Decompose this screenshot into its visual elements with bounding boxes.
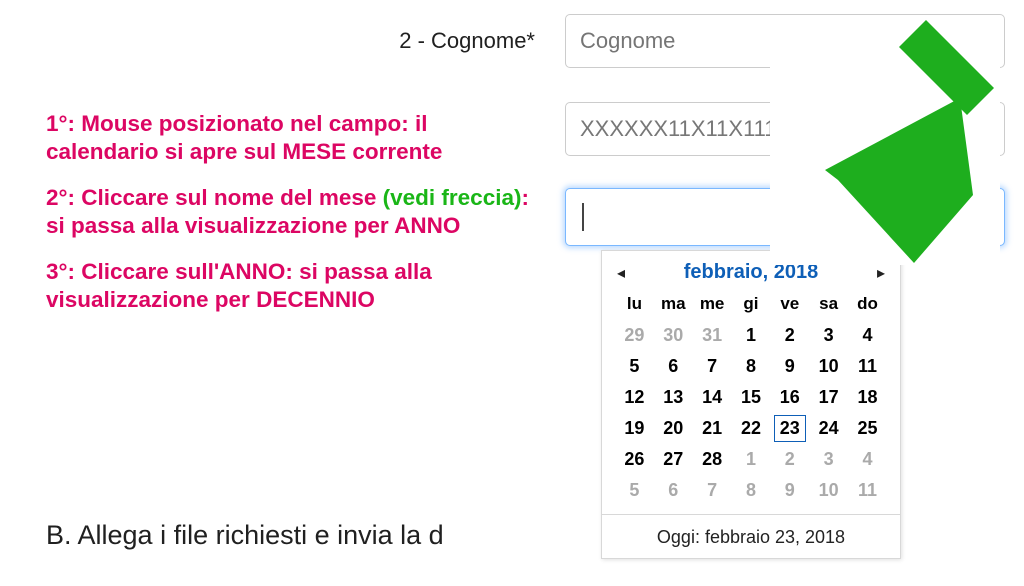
calendar-day[interactable]: 24 <box>809 413 848 444</box>
calendar-day[interactable]: 7 <box>693 475 732 506</box>
calendar-day[interactable]: 25 <box>848 413 887 444</box>
calendar-day[interactable]: 5 <box>615 475 654 506</box>
calendar-day[interactable]: 9 <box>770 475 809 506</box>
prev-month-icon[interactable]: ◂ <box>614 263 628 283</box>
calendar-day[interactable]: 21 <box>693 413 732 444</box>
calendar-day[interactable]: 1 <box>732 320 771 351</box>
cognome-input[interactable] <box>565 14 1005 68</box>
instructions-block: 1°: Mouse posizionato nel campo: il cale… <box>46 110 546 332</box>
calendar-day[interactable]: 7 <box>693 351 732 382</box>
calendar-day[interactable]: 20 <box>654 413 693 444</box>
code-input[interactable] <box>565 102 1005 156</box>
calendar-day[interactable]: 8 <box>732 475 771 506</box>
calendar-day[interactable]: 6 <box>654 475 693 506</box>
weekday-header: ma <box>654 290 693 320</box>
calendar-day[interactable]: 19 <box>615 413 654 444</box>
calendar-day[interactable]: 15 <box>732 382 771 413</box>
next-month-icon[interactable]: ▸ <box>874 263 888 283</box>
datepicker-popup: ◂ febbraio, 2018 ▸ lumamegivesado 293031… <box>601 250 901 559</box>
calendar-day[interactable]: 8 <box>732 351 771 382</box>
calendar-day[interactable]: 22 <box>732 413 771 444</box>
calendar-day[interactable]: 3 <box>809 444 848 475</box>
green-arrow-note: (vedi freccia) <box>383 185 522 210</box>
calendar-day[interactable]: 28 <box>693 444 732 475</box>
instruction-step-1: 1°: Mouse posizionato nel campo: il cale… <box>46 110 546 166</box>
calendar-day[interactable]: 13 <box>654 382 693 413</box>
calendar-day[interactable]: 2 <box>770 444 809 475</box>
cognome-label: 2 - Cognome* <box>0 28 565 54</box>
calendar-day[interactable]: 31 <box>693 320 732 351</box>
weekday-header: ve <box>770 290 809 320</box>
calendar-day[interactable]: 29 <box>615 320 654 351</box>
calendar-day[interactable]: 26 <box>615 444 654 475</box>
calendar-day[interactable]: 2 <box>770 320 809 351</box>
calendar-grid: lumamegivesado 2930311234567891011121314… <box>615 290 887 506</box>
calendar-day[interactable]: 16 <box>770 382 809 413</box>
calendar-day[interactable]: 6 <box>654 351 693 382</box>
calendar-footer-today[interactable]: Oggi: febbraio 23, 2018 <box>602 514 900 558</box>
weekday-header: sa <box>809 290 848 320</box>
calendar-day[interactable]: 1 <box>732 444 771 475</box>
calendar-day[interactable]: 30 <box>654 320 693 351</box>
calendar-day[interactable]: 10 <box>809 475 848 506</box>
instruction-step-3: 3°: Cliccare sull'ANNO: si passa alla vi… <box>46 258 546 314</box>
calendar-day[interactable]: 18 <box>848 382 887 413</box>
calendar-day[interactable]: 12 <box>615 382 654 413</box>
weekday-header: do <box>848 290 887 320</box>
calendar-day[interactable]: 11 <box>848 475 887 506</box>
weekday-header: lu <box>615 290 654 320</box>
calendar-day[interactable]: 10 <box>809 351 848 382</box>
calendar-day[interactable]: 4 <box>848 444 887 475</box>
instruction-step-2: 2°: Cliccare sul nome del mese (vedi fre… <box>46 184 546 240</box>
calendar-day[interactable]: 3 <box>809 320 848 351</box>
calendar-day[interactable]: 4 <box>848 320 887 351</box>
section-b-heading: B. Allega i file richiesti e invia la d <box>46 520 444 551</box>
calendar-title[interactable]: febbraio, 2018 <box>684 261 819 284</box>
calendar-day[interactable]: 17 <box>809 382 848 413</box>
calendar-day[interactable]: 11 <box>848 351 887 382</box>
weekday-header: me <box>693 290 732 320</box>
calendar-day[interactable]: 27 <box>654 444 693 475</box>
calendar-day[interactable]: 23 <box>770 413 809 444</box>
calendar-day[interactable]: 9 <box>770 351 809 382</box>
date-input[interactable] <box>565 188 1005 246</box>
calendar-day[interactable]: 5 <box>615 351 654 382</box>
calendar-day[interactable]: 14 <box>693 382 732 413</box>
weekday-header: gi <box>732 290 771 320</box>
